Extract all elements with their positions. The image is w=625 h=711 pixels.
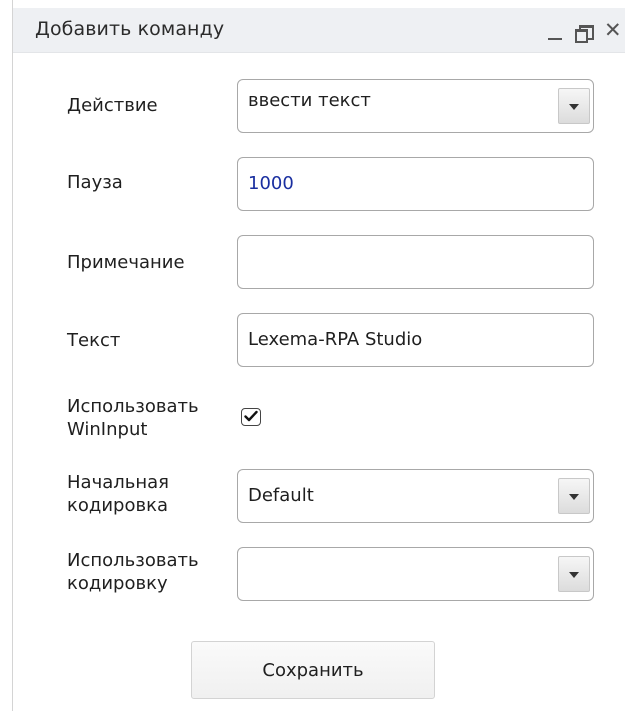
title-bar[interactable]: Добавить команду ✕ — [13, 8, 625, 53]
note-label: Примечание — [67, 252, 185, 273]
chevron-down-icon[interactable] — [558, 88, 590, 124]
minimize-icon[interactable] — [543, 16, 569, 44]
save-button[interactable]: Сохранить — [191, 641, 435, 699]
close-icon[interactable]: ✕ — [604, 16, 625, 44]
use-encoding-label-line1: Использовать — [67, 550, 199, 571]
initial-encoding-label-line1: Начальная — [67, 472, 169, 493]
chevron-down-icon[interactable] — [558, 478, 590, 514]
pause-input-value: 1000 — [248, 173, 294, 194]
use-wininput-checkbox[interactable] — [241, 408, 261, 426]
chevron-down-icon[interactable] — [558, 556, 590, 592]
use-wininput-label-line2: WinInput — [67, 419, 148, 440]
action-label: Действие — [67, 95, 158, 116]
pause-input[interactable]: 1000 — [237, 157, 594, 211]
use-encoding-label-line2: кодировку — [67, 573, 168, 594]
text-label: Текст — [67, 330, 121, 351]
initial-encoding-label-line2: кодировка — [67, 495, 168, 516]
use-wininput-label: Использовать WinInput — [67, 395, 199, 441]
use-wininput-label-line1: Использовать — [67, 396, 199, 417]
note-input[interactable] — [237, 235, 594, 289]
initial-encoding-label: Начальная кодировка — [67, 471, 169, 517]
initial-encoding-value: Default — [248, 485, 314, 506]
text-input[interactable]: Lexema-RPA Studio — [237, 313, 594, 367]
text-input-value: Lexema-RPA Studio — [248, 329, 423, 350]
action-select[interactable]: ввести текст — [237, 79, 594, 133]
action-select-value: ввести текст — [248, 90, 371, 111]
initial-encoding-select[interactable]: Default — [237, 469, 594, 523]
use-encoding-select[interactable] — [237, 547, 594, 601]
window-title: Добавить команду — [35, 18, 225, 40]
restore-icon[interactable] — [572, 16, 598, 44]
use-encoding-label: Использовать кодировку — [67, 549, 199, 595]
pause-label: Пауза — [67, 172, 123, 193]
checkmark-icon — [244, 410, 258, 422]
